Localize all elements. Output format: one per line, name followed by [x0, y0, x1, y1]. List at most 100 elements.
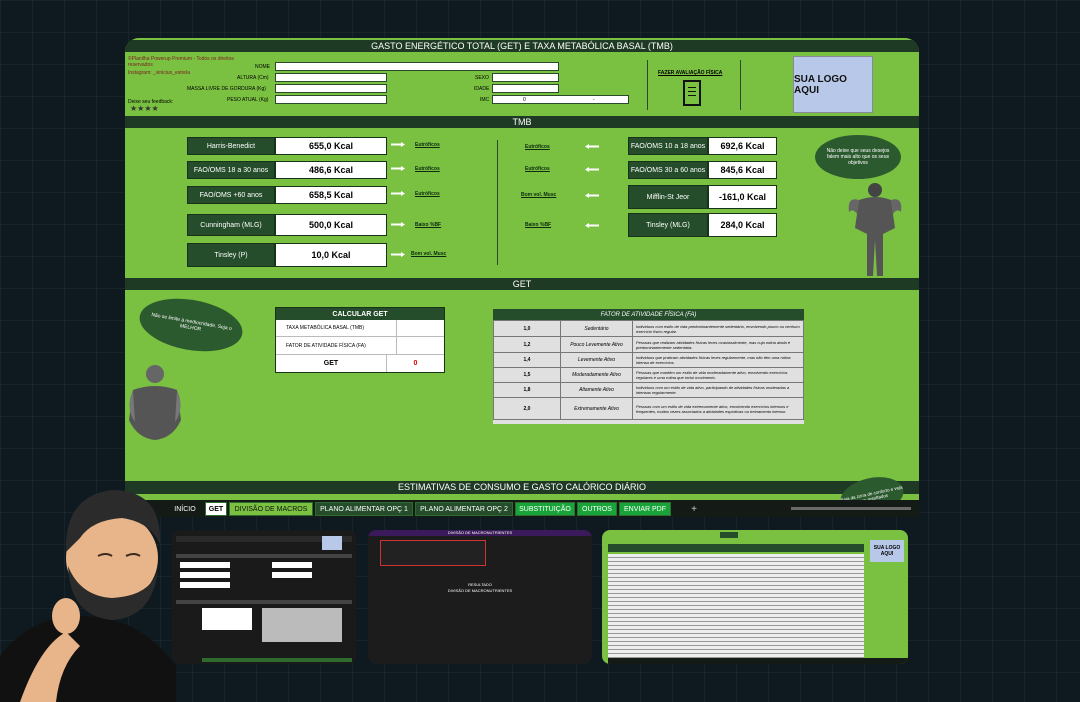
peso-label: PESO ATUAL (Kg)	[227, 97, 269, 103]
estimativas-section-title: ESTIMATIVAS DE CONSUMO E GASTO CALÓRICO …	[125, 481, 919, 494]
tmb-value-fao-60: 658,5 Kcal	[275, 186, 387, 204]
arrow-right-icon	[391, 222, 405, 227]
avatar-illustration	[0, 490, 176, 702]
nome-field[interactable]	[275, 62, 559, 71]
logo-placeholder: SUA LOGO AQUI	[793, 56, 873, 113]
fa-value: 1,2	[493, 336, 561, 353]
tmb-section-title: TMB	[125, 116, 919, 128]
tmb-label-fao-30-60: FAO/OMS 30 a 60 anos	[628, 161, 708, 179]
tmb-row-value[interactable]	[396, 320, 444, 336]
fa-table-title: FATOR DE ATIVIDADE FÍSICA (FA)	[493, 309, 804, 320]
fa-desc: Pessoas com um estilo de vida extremamen…	[632, 397, 804, 420]
tab-enviar-pdf[interactable]: ENVIAR PDF	[619, 502, 671, 516]
arrow-right-icon	[391, 252, 405, 257]
fa-value: 2,0	[493, 397, 561, 420]
idade-label: IDADE	[474, 86, 490, 92]
preview-logo	[322, 536, 342, 550]
tmb-label-fao-60: FAO/OMS +60 anos	[187, 186, 275, 204]
sexo-field[interactable]	[492, 73, 559, 82]
table-row: 2,0 Extremamente Ativo Pessoas com um es…	[493, 397, 804, 420]
tmb-label-mifflin: Mifflin-St Jeor	[628, 185, 708, 209]
fa-level: Pouco Levemente Ativo	[560, 336, 633, 353]
massa-label: MASSA LIVRE DE GORDURA (Kg)	[187, 86, 266, 92]
fa-desc: Indivíduos com estilo de vida predominan…	[632, 320, 804, 337]
peso-field[interactable]	[275, 95, 387, 104]
tab-divisao-macros[interactable]: DIVISÃO DE MACROS	[229, 502, 313, 516]
rating-stars[interactable]: ★★★★	[130, 104, 159, 113]
tmb-label-fao-10-18: FAO/OMS 10 a 18 anos	[628, 137, 708, 155]
tmb-value-fao-30-60: 845,6 Kcal	[708, 161, 777, 179]
tmb-value-fao-10-18: 692,6 Kcal	[708, 137, 777, 155]
add-sheet-button[interactable]: +	[685, 502, 703, 516]
quote-bubble: Não deixe que seus desejos falem mais al…	[815, 135, 901, 179]
divider	[497, 140, 498, 265]
altura-field[interactable]	[275, 73, 387, 82]
horizontal-scrollbar[interactable]	[791, 507, 911, 510]
avaliacao-button[interactable]: FAZER AVALIAÇÃO FÍSICA	[647, 60, 741, 110]
tmb-value-fao-18-30: 486,6 Kcal	[275, 161, 387, 179]
fa-row-value[interactable]	[396, 337, 444, 354]
tmb-row-label: TAXA METABÓLICA BASAL (TMB)	[286, 325, 364, 331]
tab-substituicao[interactable]: SUBSTITUIÇÃO	[515, 502, 575, 516]
tmb-value-tinsley-p: 10,0 Kcal	[275, 243, 387, 267]
imc-field: 0 -	[492, 95, 629, 104]
calcular-get-table: CALCULAR GET TAXA METABÓLICA BASAL (TMB)…	[275, 307, 445, 373]
arrow-left-icon	[585, 167, 599, 172]
tmb-value-harris: 655,0 Kcal	[275, 137, 387, 155]
tag-fao-30-60: Eutróficos	[525, 166, 550, 172]
fa-value: 1,4	[493, 352, 561, 368]
idade-field[interactable]	[492, 84, 559, 93]
nome-label: NOME	[255, 64, 270, 70]
table-row: 1,2 Pouco Levemente Ativo Pessoas que re…	[493, 336, 804, 353]
fa-table: 1,0 Sedentário Indivíduos com estilo de …	[493, 320, 804, 420]
arrow-left-icon	[585, 193, 599, 198]
fa-level: Sedentário	[560, 320, 633, 337]
get-section-title: GET	[125, 278, 919, 290]
tmb-value-tinsley-mlg: 284,0 Kcal	[708, 213, 777, 237]
fa-level: Extremamente Ativo	[560, 397, 633, 420]
tmb-label-tinsley-mlg: Tinsley (MLG)	[628, 213, 708, 237]
arrow-left-icon	[585, 144, 599, 149]
fa-level: Moderadamente Ativo	[560, 367, 633, 383]
arrow-left-icon	[585, 223, 599, 228]
fa-value: 1,0	[493, 320, 561, 337]
arrow-right-icon	[391, 166, 405, 171]
tag-fao-18-30: Eutróficos	[415, 166, 440, 172]
tab-plano-1[interactable]: PLANO ALIMENTAR OPÇ 1	[315, 502, 413, 516]
tmb-value-mifflin: -161,0 Kcal	[708, 185, 777, 209]
preview-macros-dark[interactable]: DIVISÃO DE MACRONUTRIENTES RESULTADO DIV…	[368, 530, 592, 664]
page-title: GASTO ENERGÉTICO TOTAL (GET) E TAXA META…	[125, 40, 919, 52]
calcular-get-title: CALCULAR GET	[276, 308, 444, 320]
table-row: 1,4 Levemente Ativo Indivíduos que prati…	[493, 352, 804, 368]
preview-resultado-sub: DIVISÃO DE MACRONUTRIENTES	[447, 588, 513, 593]
fa-desc: Pessoas que mantêm um estilo de vida mod…	[632, 367, 804, 383]
bodybuilder-illustration	[848, 183, 902, 276]
bodybuilder-illustration	[129, 365, 181, 440]
fa-value: 1,8	[493, 382, 561, 398]
quote-bubble: Não se limite à mediocridade. Seja o MEL…	[135, 291, 247, 359]
preview-substituicao-green[interactable]: SUA LOGO AQUI	[602, 530, 908, 664]
tag-harris: Eutróficos	[415, 142, 440, 148]
table-row: 1,5 Moderadamente Ativo Pessoas que mant…	[493, 367, 804, 383]
table-row: 1,0 Sedentário Indivíduos com estilo de …	[493, 320, 804, 337]
tmb-value-cunningham: 500,0 Kcal	[275, 214, 387, 236]
avaliacao-label: FAZER AVALIAÇÃO FÍSICA	[658, 70, 723, 76]
tab-get[interactable]: GET	[205, 502, 227, 516]
preview-macros-title: DIVISÃO DE MACRONUTRIENTES	[447, 530, 513, 535]
preview-get-dark[interactable]	[172, 530, 356, 664]
spreadsheet-get-sheet: GASTO ENERGÉTICO TOTAL (GET) E TAXA META…	[125, 38, 919, 500]
arrow-right-icon	[391, 191, 405, 196]
get-row-label: GET	[323, 360, 339, 367]
massa-field[interactable]	[275, 84, 387, 93]
tag-fao-60: Eutróficos	[415, 191, 440, 197]
tab-plano-2[interactable]: PLANO ALIMENTAR OPÇ 2	[415, 502, 513, 516]
fa-desc: Indivíduos com um estilo de vida ativo, …	[632, 382, 804, 398]
tab-outros[interactable]: OUTROS	[577, 502, 617, 516]
arrow-right-icon	[391, 142, 405, 147]
fa-level: Altamente Ativo	[560, 382, 633, 398]
tag-mifflin: Bom vol. Musc	[521, 192, 557, 198]
imc-class: -	[593, 97, 595, 103]
preview-logo: SUA LOGO AQUI	[870, 540, 904, 562]
imc-label: IMC	[480, 97, 490, 103]
tmb-label-harris: Harris-Benedict	[187, 137, 275, 155]
